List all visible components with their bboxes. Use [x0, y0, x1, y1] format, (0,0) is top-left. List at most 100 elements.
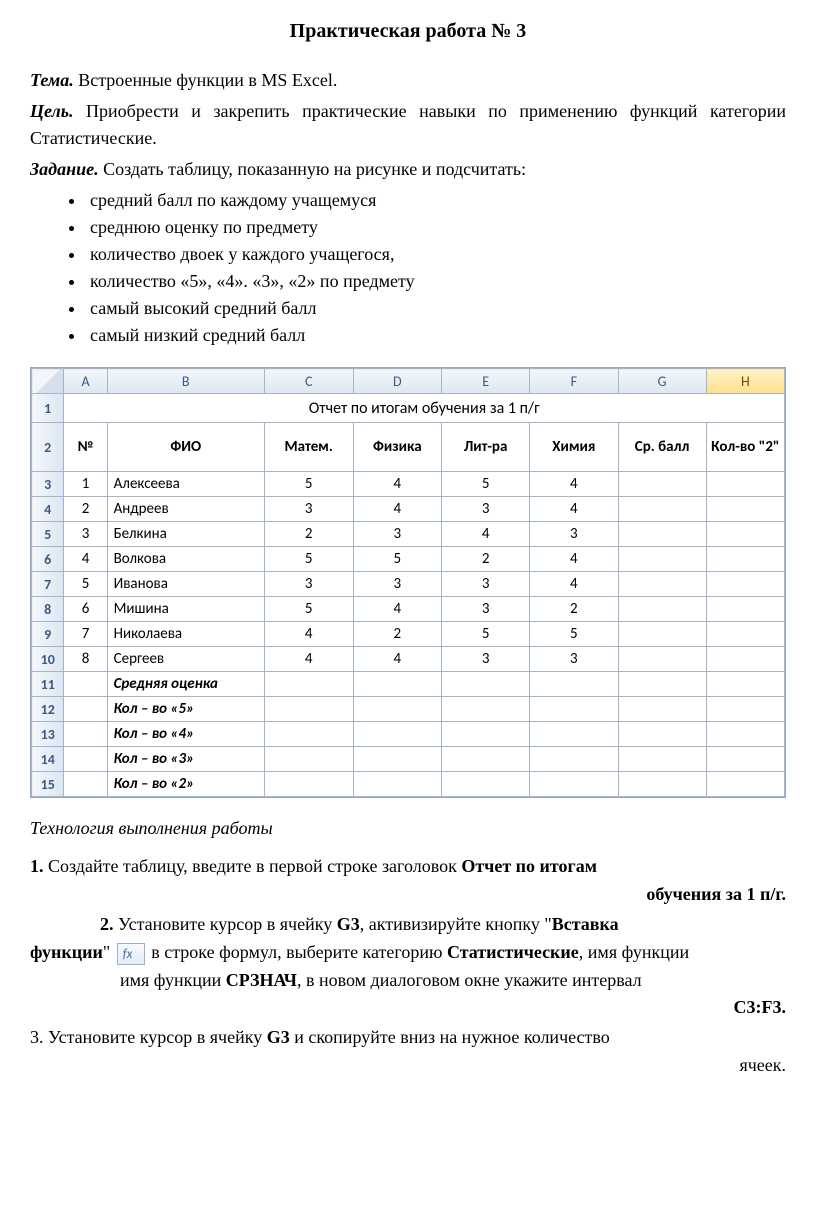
data-cell[interactable]: 8 — [64, 647, 107, 672]
col-header-selected[interactable]: H — [706, 369, 784, 394]
data-cell[interactable] — [706, 597, 784, 622]
header-cell[interactable]: Матем. — [264, 423, 353, 472]
data-cell[interactable] — [706, 472, 784, 497]
summary-cell[interactable]: Кол – во «2» — [107, 772, 264, 797]
data-cell[interactable]: 4 — [64, 547, 107, 572]
data-cell[interactable]: 5 — [530, 622, 618, 647]
data-cell[interactable]: 5 — [64, 572, 107, 597]
header-cell[interactable]: Кол-во "2" — [706, 423, 784, 472]
row-header[interactable]: 15 — [32, 772, 64, 797]
data-cell[interactable] — [530, 697, 618, 722]
row-header[interactable]: 12 — [32, 697, 64, 722]
data-cell[interactable] — [706, 672, 784, 697]
data-cell[interactable] — [618, 747, 706, 772]
data-cell[interactable] — [706, 572, 784, 597]
data-cell[interactable]: Белкина — [107, 522, 264, 547]
data-cell[interactable]: 2 — [353, 622, 442, 647]
data-cell[interactable]: Алексеева — [107, 472, 264, 497]
data-cell[interactable] — [618, 647, 706, 672]
col-header[interactable]: G — [618, 369, 706, 394]
data-cell[interactable]: 4 — [530, 472, 618, 497]
data-cell[interactable]: 5 — [264, 547, 353, 572]
data-cell[interactable]: 4 — [264, 647, 353, 672]
data-cell[interactable]: 3 — [442, 597, 530, 622]
data-cell[interactable]: 4 — [530, 547, 618, 572]
col-header[interactable]: A — [64, 369, 107, 394]
data-cell[interactable]: 2 — [64, 497, 107, 522]
data-cell[interactable] — [706, 647, 784, 672]
data-cell[interactable]: Николаева — [107, 622, 264, 647]
data-cell[interactable] — [530, 722, 618, 747]
row-header[interactable]: 8 — [32, 597, 64, 622]
data-cell[interactable] — [706, 522, 784, 547]
row-header[interactable]: 7 — [32, 572, 64, 597]
data-cell[interactable] — [618, 697, 706, 722]
row-header[interactable]: 5 — [32, 522, 64, 547]
header-cell[interactable]: Лит-ра — [442, 423, 530, 472]
data-cell[interactable]: 3 — [353, 522, 442, 547]
data-cell[interactable] — [618, 597, 706, 622]
select-all-corner[interactable] — [32, 369, 64, 394]
data-cell[interactable] — [264, 722, 353, 747]
data-cell[interactable] — [618, 722, 706, 747]
data-cell[interactable]: 7 — [64, 622, 107, 647]
data-cell[interactable] — [706, 497, 784, 522]
data-cell[interactable]: Андреев — [107, 497, 264, 522]
data-cell[interactable] — [618, 672, 706, 697]
data-cell[interactable] — [353, 672, 442, 697]
data-cell[interactable]: 3 — [264, 497, 353, 522]
row-header[interactable]: 6 — [32, 547, 64, 572]
data-cell[interactable] — [618, 497, 706, 522]
row-header[interactable]: 10 — [32, 647, 64, 672]
data-cell[interactable]: 4 — [353, 597, 442, 622]
data-cell[interactable] — [264, 697, 353, 722]
data-cell[interactable] — [442, 747, 530, 772]
data-cell[interactable]: 3 — [264, 572, 353, 597]
header-cell[interactable]: ФИО — [107, 423, 264, 472]
data-cell[interactable] — [706, 772, 784, 797]
row-header[interactable]: 2 — [32, 423, 64, 472]
row-header[interactable]: 13 — [32, 722, 64, 747]
summary-cell[interactable]: Средняя оценка — [107, 672, 264, 697]
data-cell[interactable]: 3 — [530, 522, 618, 547]
col-header[interactable]: F — [530, 369, 618, 394]
data-cell[interactable] — [706, 622, 784, 647]
row-header[interactable]: 9 — [32, 622, 64, 647]
data-cell[interactable]: 5 — [442, 472, 530, 497]
data-cell[interactable]: 6 — [64, 597, 107, 622]
data-cell[interactable]: 5 — [264, 597, 353, 622]
data-cell[interactable] — [64, 772, 107, 797]
data-cell[interactable] — [442, 672, 530, 697]
data-cell[interactable]: 3 — [442, 647, 530, 672]
data-cell[interactable] — [706, 722, 784, 747]
row-header[interactable]: 4 — [32, 497, 64, 522]
data-cell[interactable] — [64, 697, 107, 722]
data-cell[interactable] — [618, 547, 706, 572]
data-cell[interactable]: 2 — [442, 547, 530, 572]
col-header[interactable]: B — [107, 369, 264, 394]
data-cell[interactable] — [264, 772, 353, 797]
data-cell[interactable] — [442, 722, 530, 747]
data-cell[interactable] — [618, 772, 706, 797]
data-cell[interactable]: 3 — [530, 647, 618, 672]
data-cell[interactable] — [264, 747, 353, 772]
data-cell[interactable]: 3 — [353, 572, 442, 597]
data-cell[interactable] — [264, 672, 353, 697]
row-header[interactable]: 11 — [32, 672, 64, 697]
header-cell[interactable]: № — [64, 423, 107, 472]
data-cell[interactable]: Сергеев — [107, 647, 264, 672]
data-cell[interactable]: 4 — [530, 572, 618, 597]
data-cell[interactable] — [353, 722, 442, 747]
data-cell[interactable]: 5 — [353, 547, 442, 572]
data-cell[interactable]: Мишина — [107, 597, 264, 622]
row-header[interactable]: 3 — [32, 472, 64, 497]
header-cell[interactable]: Физика — [353, 423, 442, 472]
data-cell[interactable] — [353, 772, 442, 797]
row-header[interactable]: 14 — [32, 747, 64, 772]
data-cell[interactable] — [706, 747, 784, 772]
data-cell[interactable]: 4 — [530, 497, 618, 522]
data-cell[interactable]: 4 — [353, 647, 442, 672]
data-cell[interactable]: 4 — [442, 522, 530, 547]
merged-title-cell[interactable]: Отчет по итогам обучения за 1 п/г — [64, 394, 785, 423]
data-cell[interactable] — [353, 697, 442, 722]
